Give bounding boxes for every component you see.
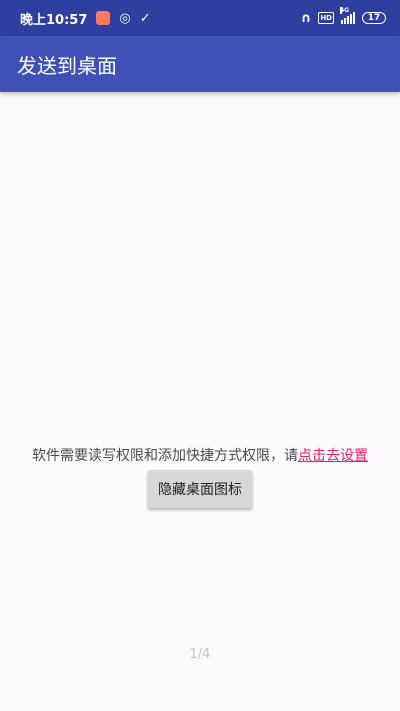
open-settings-link[interactable]: 点击去设置	[298, 448, 368, 464]
status-bar: 晚上10:57 ◎ ✓ ∩ HD 4G 17	[0, 0, 400, 36]
hide-desktop-icon-button[interactable]: 隐藏桌面图标	[148, 470, 252, 508]
battery-icon: 17	[362, 12, 386, 24]
main-content: 软件需要读写权限和添加快捷方式权限，请点击去设置 隐藏桌面图标 1/4	[0, 92, 400, 711]
permission-message-text: 软件需要读写权限和添加快捷方式权限，请	[32, 448, 298, 464]
page-indicator: 1/4	[189, 647, 211, 662]
sync-notification-icon: ◎	[119, 10, 131, 26]
page-title: 发送到桌面	[17, 53, 117, 78]
permission-message: 软件需要读写权限和添加快捷方式权限，请点击去设置	[0, 445, 400, 465]
battery-level: 17	[367, 13, 381, 23]
cellular-signal-icon: 4G	[340, 7, 355, 24]
status-time: 晚上10:57	[20, 12, 88, 28]
check-notification-icon: ✓	[139, 10, 151, 26]
app-notification-icon	[96, 11, 111, 25]
headphones-icon: ∩	[300, 10, 312, 26]
app-bar: 发送到桌面	[0, 36, 400, 92]
network-type-label: 4G	[340, 7, 350, 14]
hd-voice-icon: HD	[318, 12, 334, 24]
